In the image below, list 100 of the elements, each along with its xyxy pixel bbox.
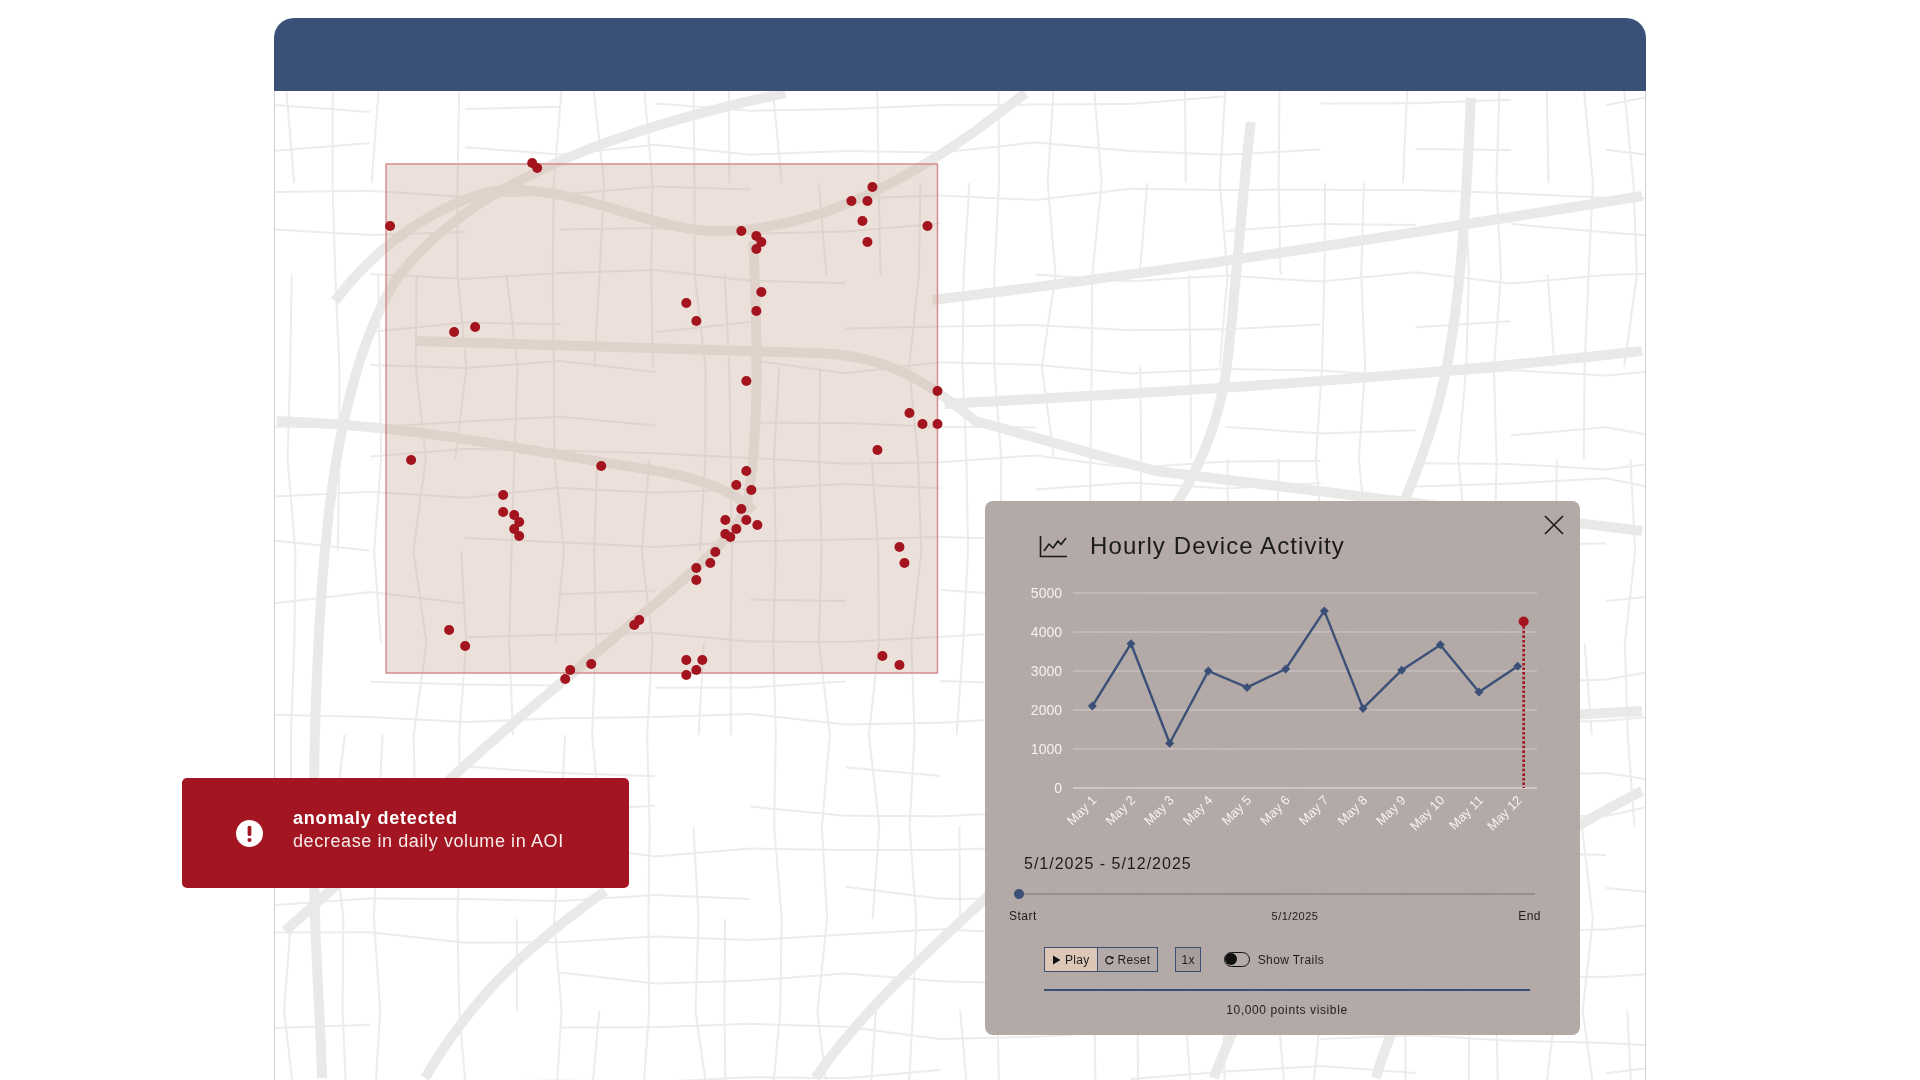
map-point-icon xyxy=(634,615,645,625)
map-point-icon xyxy=(751,244,762,254)
map-point-icon xyxy=(894,660,905,670)
y-axis-label: 4000 xyxy=(1030,624,1062,640)
play-button[interactable]: Play xyxy=(1044,947,1097,972)
map-point-icon xyxy=(444,625,455,635)
map-point-icon xyxy=(751,306,762,316)
y-axis-label: 1000 xyxy=(1030,741,1062,757)
map-point-icon xyxy=(514,531,525,541)
map-point-icon xyxy=(565,665,576,675)
x-axis-label: May 2 xyxy=(1102,792,1139,829)
map-point-icon xyxy=(560,674,571,684)
x-axis-label: May 12 xyxy=(1484,792,1525,834)
exclamation-icon xyxy=(236,819,263,847)
points-visible-text: 10,000 points visible xyxy=(1225,1002,1349,1017)
map-point-icon xyxy=(449,327,460,337)
map-point-icon xyxy=(862,237,873,247)
map-point-icon xyxy=(532,163,543,173)
map-point-icon xyxy=(904,408,915,418)
timeline-slider-thumb[interactable] xyxy=(1014,889,1024,899)
map-point-icon xyxy=(681,655,692,665)
map-point-icon xyxy=(691,563,702,573)
map-point-icon xyxy=(846,196,857,206)
reset-button[interactable]: Reset xyxy=(1096,947,1159,972)
map-point-icon xyxy=(867,182,878,192)
map-point-icon xyxy=(509,510,520,520)
x-axis-label: May 7 xyxy=(1295,792,1332,829)
map-point-icon xyxy=(705,558,716,568)
diamond-marker-icon xyxy=(1165,738,1175,748)
map-point-icon xyxy=(857,216,868,226)
date-range-text: 5/1/2025 - 5/12/2025 xyxy=(1024,855,1193,873)
diamond-marker-icon xyxy=(1474,687,1484,697)
map-point-icon xyxy=(736,226,747,236)
map-point-icon xyxy=(736,504,747,514)
x-axis-label: May 11 xyxy=(1446,792,1487,833)
map-point-icon xyxy=(509,524,520,534)
close-button[interactable] xyxy=(1542,513,1566,537)
map-point-icon xyxy=(894,542,905,552)
map-point-icon xyxy=(746,485,757,495)
diamond-marker-icon xyxy=(1126,639,1136,649)
map-point-icon xyxy=(460,641,471,651)
x-axis-label: May 10 xyxy=(1406,792,1448,834)
close-icon xyxy=(1544,515,1564,535)
reference-dot-icon xyxy=(1518,616,1529,627)
map-point-icon xyxy=(470,322,481,332)
map-point-icon xyxy=(681,670,692,680)
map-point-icon xyxy=(710,547,721,557)
map-point-icon xyxy=(741,466,752,476)
map-point-icon xyxy=(756,287,767,297)
y-axis-label: 0 xyxy=(1054,780,1062,796)
diamond-marker-icon xyxy=(1087,701,1097,711)
map-point-icon xyxy=(932,419,943,429)
map-point-icon xyxy=(741,376,752,386)
map-point-icon xyxy=(725,532,736,542)
panel-title: Hourly Device Activity xyxy=(1090,534,1345,558)
diamond-marker-icon xyxy=(1319,606,1329,616)
map-point-icon xyxy=(741,515,752,525)
diamond-marker-icon xyxy=(1281,664,1291,674)
map-point-icon xyxy=(498,507,509,517)
speed-button[interactable]: 1x xyxy=(1175,947,1201,972)
diamond-marker-icon xyxy=(1242,682,1252,692)
y-axis-label: 3000 xyxy=(1030,663,1062,679)
alert-message: decrease in daily volume in AOI xyxy=(293,830,564,853)
diamond-marker-icon xyxy=(1358,703,1368,713)
diamond-marker-icon xyxy=(1435,640,1445,650)
map-point-icon xyxy=(514,517,525,527)
map-point-icon xyxy=(691,665,702,675)
line-chart-icon xyxy=(1039,534,1068,558)
diamond-marker-icon xyxy=(1397,665,1407,675)
map-point-icon xyxy=(681,298,692,308)
map-point-icon xyxy=(752,520,763,530)
diamond-marker-icon xyxy=(1513,661,1523,671)
y-axis-label: 2000 xyxy=(1030,702,1062,718)
map-point-icon xyxy=(406,455,417,465)
map-point-icon xyxy=(596,461,607,471)
map-point-icon xyxy=(922,221,933,231)
map-point-icon xyxy=(917,419,928,429)
x-axis-label: May 4 xyxy=(1179,792,1216,829)
map-point-icon xyxy=(586,659,597,669)
map-point-icon xyxy=(899,558,910,568)
x-axis-label: May 1 xyxy=(1063,792,1100,829)
alert-title: anomaly detected xyxy=(293,807,459,830)
map-point-icon xyxy=(720,515,731,525)
reset-icon xyxy=(1104,954,1114,965)
toggle-label: Show Trails xyxy=(1257,952,1325,967)
map-point-icon xyxy=(862,196,873,206)
x-axis-label: May 6 xyxy=(1257,792,1293,829)
timeline-end-label: End xyxy=(1518,909,1541,923)
map-point-icon xyxy=(877,651,888,661)
map-point-icon xyxy=(932,386,943,396)
map-point-icon xyxy=(498,490,509,500)
timeline-start-label: Start xyxy=(1009,909,1037,923)
play-icon xyxy=(1052,954,1061,965)
map-point-icon xyxy=(756,237,767,247)
map-point-icon xyxy=(731,524,742,534)
x-axis-label: May 5 xyxy=(1218,792,1255,829)
map-point-icon xyxy=(731,480,742,490)
timeline-current-date: 5/1/2025 xyxy=(1271,909,1319,923)
map-point-icon xyxy=(385,221,396,231)
map-point-icon xyxy=(691,316,702,326)
